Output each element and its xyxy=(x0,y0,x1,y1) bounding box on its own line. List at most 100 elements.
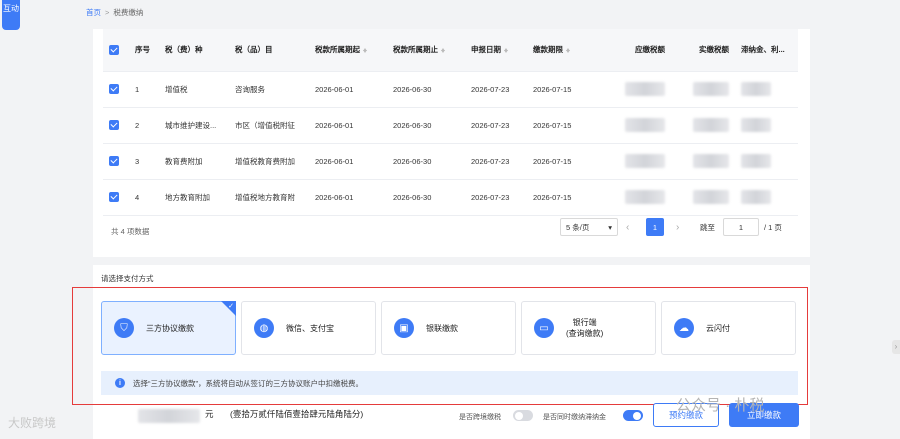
checkbox-icon[interactable] xyxy=(109,84,119,94)
cell-declare-date: 2026-07-23 xyxy=(465,143,527,180)
cell-paid-redacted xyxy=(671,143,735,180)
payment-method-tripartite[interactable]: ⛉ 三方协议缴款 ✓ xyxy=(101,301,236,355)
cell-deadline: 2026-07-15 xyxy=(527,179,599,216)
cell-payable-redacted xyxy=(599,107,671,144)
page-number-1[interactable]: 1 xyxy=(646,218,664,236)
table-row: 1 增值税 咨询服务 2026-06-01 2026-06-30 2026-07… xyxy=(103,71,798,108)
checkbox-icon[interactable] xyxy=(109,156,119,166)
breadcrumb: 首页 > 税费缴纳 xyxy=(86,7,143,18)
shield-icon: ⛉ xyxy=(114,318,134,338)
check-icon: ✓ xyxy=(228,303,234,310)
cell-tax-type: 城市维护建设... xyxy=(159,107,229,144)
page-size-select[interactable]: 5 条/页 ▾ xyxy=(560,218,618,236)
wallet-icon: ◍ xyxy=(254,318,274,338)
payment-method-label: 微信、支付宝 xyxy=(286,323,334,333)
checkbox-icon[interactable] xyxy=(109,44,119,55)
sort-icon[interactable] xyxy=(441,46,446,55)
cell-period-start: 2026-06-01 xyxy=(309,107,387,144)
cell-paid-redacted xyxy=(671,179,735,216)
cross-region-label: 是否跨境缴税 xyxy=(459,414,501,421)
payment-method-quickpass[interactable]: ☁ 云闪付 xyxy=(661,301,796,355)
next-page-button[interactable]: › xyxy=(676,218,679,236)
sort-icon[interactable] xyxy=(363,46,368,55)
chevron-left-icon: ‹ xyxy=(626,221,630,233)
payment-method-label: 银行端 (查询缴款) xyxy=(566,318,604,338)
row-checkbox[interactable] xyxy=(103,143,129,180)
cell-deadline: 2026-07-15 xyxy=(527,107,599,144)
cell-payable-redacted xyxy=(599,71,671,108)
chevron-right-icon: › xyxy=(676,221,680,233)
cross-region-switch[interactable] xyxy=(513,410,533,421)
col-payable: 应缴税额 xyxy=(599,29,671,72)
cell-late-fee-redacted xyxy=(735,107,798,144)
watermark-right: 公众号 · 朴税 xyxy=(676,397,765,414)
cell-paid-redacted xyxy=(671,71,735,108)
payment-info-text: 选择“三方协议缴款”，系统将自动从签订的三方协议账户中扣缴税费。 xyxy=(133,378,363,388)
cell-late-fee-redacted xyxy=(735,71,798,108)
cell-tax-item: 增值税教育费附加 xyxy=(229,143,309,180)
payment-method-bank[interactable]: ▭ 银行端 (查询缴款) xyxy=(521,301,656,355)
sort-icon[interactable] xyxy=(504,46,509,55)
sort-icon[interactable] xyxy=(566,46,571,55)
breadcrumb-separator: > xyxy=(105,8,110,17)
select-all-checkbox[interactable] xyxy=(103,29,129,72)
col-index: 序号 xyxy=(129,29,159,72)
bank-card-icon: ▭ xyxy=(534,318,554,338)
col-deadline[interactable]: 缴款期限 xyxy=(527,29,599,72)
prev-page-button[interactable]: ‹ xyxy=(626,218,629,236)
late-fee-label: 是否同时缴纳滞纳金 xyxy=(543,414,606,421)
cell-paid-redacted xyxy=(671,107,735,144)
cell-index: 3 xyxy=(129,143,159,180)
checkbox-icon[interactable] xyxy=(109,192,119,202)
chevron-down-icon: ▾ xyxy=(608,222,612,232)
total-count: 共 4 项数据 xyxy=(111,227,150,236)
payment-section-title: 请选择支付方式 xyxy=(101,274,154,283)
cell-tax-item: 咨询服务 xyxy=(229,71,309,108)
payment-method-unionpay[interactable]: ▣ 银联缴款 xyxy=(381,301,516,355)
table-row: 4 地方教育附加 增值税地方教育附 2026-06-01 2026-06-30 … xyxy=(103,179,798,216)
amount-unit: 元 xyxy=(205,409,214,419)
col-late-fee: 滞纳金、利... xyxy=(735,29,798,72)
cell-tax-type: 教育费附加 xyxy=(159,143,229,180)
checkbox-icon[interactable] xyxy=(109,120,119,130)
cell-declare-date: 2026-07-23 xyxy=(465,107,527,144)
row-checkbox[interactable] xyxy=(103,107,129,144)
amount-in-words: (壹拾万贰仟陆佰壹拾肆元陆角陆分) xyxy=(230,409,364,419)
cell-period-start: 2026-06-01 xyxy=(309,179,387,216)
payment-methods: ⛉ 三方协议缴款 ✓ ◍ 微信、支付宝 ▣ 银联缴款 ▭ 银行端 (查询缴款) ☁… xyxy=(101,301,796,355)
payment-method-wechat-alipay[interactable]: ◍ 微信、支付宝 xyxy=(241,301,376,355)
cell-tax-type: 增值税 xyxy=(159,71,229,108)
late-fee-switch[interactable] xyxy=(623,410,643,421)
col-tax-type: 税（费）种 xyxy=(159,29,229,72)
info-icon: i xyxy=(115,378,125,388)
side-interaction-tab[interactable]: 互动 xyxy=(2,0,20,30)
col-period-end[interactable]: 税款所属期止 xyxy=(387,29,465,72)
payment-method-label: 三方协议缴款 xyxy=(146,323,194,333)
cell-payable-redacted xyxy=(599,143,671,180)
total-pages: / 1 页 xyxy=(764,222,782,232)
breadcrumb-home[interactable]: 首页 xyxy=(86,8,101,17)
page-size-value: 5 条/页 xyxy=(566,222,590,232)
cell-deadline: 2026-07-15 xyxy=(527,71,599,108)
total-amount-redacted xyxy=(138,409,200,423)
row-checkbox[interactable] xyxy=(103,71,129,108)
cell-period-end: 2026-06-30 xyxy=(387,179,465,216)
cell-declare-date: 2026-07-23 xyxy=(465,179,527,216)
cell-tax-item: 市区（增值税附征 xyxy=(229,107,309,144)
jump-label: 跳至 xyxy=(700,222,715,232)
col-declare-date[interactable]: 申报日期 xyxy=(465,29,527,72)
jump-input[interactable]: 1 xyxy=(723,218,759,236)
payment-info-bar: i 选择“三方协议缴款”，系统将自动从签订的三方协议账户中扣缴税费。 xyxy=(101,371,798,395)
col-paid: 实缴税额 xyxy=(671,29,735,72)
tax-table: 序号 税（费）种 税（品）目 税款所属期起 税款所属期止 申报日期 缴款期限 应… xyxy=(103,29,798,216)
cell-period-end: 2026-06-30 xyxy=(387,143,465,180)
tax-table-card: 序号 税（费）种 税（品）目 税款所属期起 税款所属期止 申报日期 缴款期限 应… xyxy=(93,29,810,257)
row-checkbox[interactable] xyxy=(103,179,129,216)
col-period-start[interactable]: 税款所属期起 xyxy=(309,29,387,72)
chevron-right-icon[interactable]: › xyxy=(892,340,900,354)
cell-period-end: 2026-06-30 xyxy=(387,107,465,144)
breadcrumb-current: 税费缴纳 xyxy=(113,8,144,17)
cell-tax-item: 增值税地方教育附 xyxy=(229,179,309,216)
cell-period-end: 2026-06-30 xyxy=(387,71,465,108)
cell-late-fee-redacted xyxy=(735,179,798,216)
